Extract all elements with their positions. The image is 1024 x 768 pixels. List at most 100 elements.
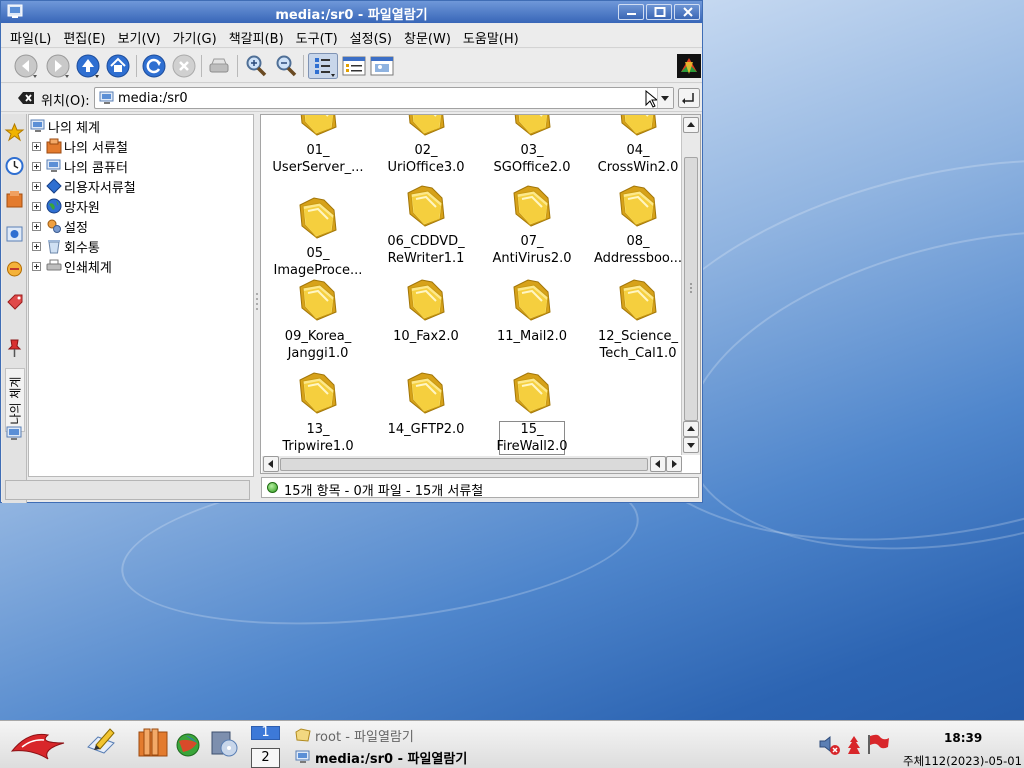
folder-item[interactable]: 11_Mail2.0	[479, 275, 585, 365]
my-system-tab-icon[interactable]	[4, 418, 25, 448]
preview-icon[interactable]	[369, 53, 395, 79]
icon-view-icon[interactable]	[308, 53, 338, 79]
text-editor-icon[interactable]	[84, 725, 118, 759]
expand-icon[interactable]	[32, 162, 41, 171]
menu-file[interactable]: 파일(L)	[4, 24, 57, 47]
location-dropdown-button[interactable]	[657, 88, 673, 108]
file-manager-icon[interactable]	[136, 726, 170, 758]
scroll-right-button[interactable]	[666, 456, 682, 472]
expand-icon[interactable]	[32, 182, 41, 191]
folder-name-line1: 11_Mail2.0	[496, 329, 568, 344]
flag-icon[interactable]	[866, 733, 890, 755]
expand-icon[interactable]	[32, 262, 41, 271]
folder-name-line2: AntiVirus2.0	[492, 251, 572, 266]
expand-icon[interactable]	[32, 142, 41, 151]
folder-item[interactable]: 06_CDDVD_ ReWriter1.1	[373, 181, 479, 271]
scroll-left-button-2[interactable]	[650, 456, 666, 472]
workspace-1[interactable]: 1	[251, 726, 280, 740]
detail-view-icon[interactable]	[341, 53, 367, 79]
home-folder-tab-icon[interactable]	[4, 185, 25, 215]
up-icon[interactable]	[75, 53, 101, 79]
sidebar-status	[5, 480, 250, 500]
folder-icon-view: 01_ UserServer_... 02_ UriOffice3.0 03_ SGO…	[260, 114, 701, 474]
folder-item[interactable]: 07_ AntiVirus2.0	[479, 181, 585, 271]
volume-muted-icon[interactable]	[818, 733, 842, 757]
toolbar	[1, 49, 702, 83]
menu-bookmarks[interactable]: 책갈피(B)	[223, 24, 290, 47]
folder-item[interactable]: 13_ Tripwire1.0	[265, 368, 371, 458]
folder-item[interactable]: 03_ SGOffice2.0	[479, 114, 585, 180]
maximize-button[interactable]	[646, 4, 672, 20]
scroll-up-button[interactable]	[683, 117, 699, 133]
security-shield-icon[interactable]	[846, 735, 862, 755]
horizontal-scroll-thumb[interactable]	[280, 458, 648, 471]
back-icon[interactable]	[13, 53, 39, 79]
folder-item[interactable]: 05_ ImageProce...	[265, 193, 371, 283]
folder-name-line1: 02_	[414, 143, 438, 158]
menu-edit[interactable]: 편집(E)	[57, 24, 111, 47]
horizontal-scrollbar[interactable]	[262, 456, 682, 473]
folder-name-line2: FireWall2.0	[496, 439, 568, 454]
clear-location-icon[interactable]	[17, 90, 35, 106]
folder-icon	[614, 181, 662, 229]
pin-tab-icon[interactable]	[4, 332, 25, 362]
forward-icon[interactable]	[45, 53, 71, 79]
media-player-icon[interactable]	[209, 729, 239, 759]
title-bar[interactable]: media:/sr0 - 파일열람기	[1, 1, 702, 23]
expand-icon[interactable]	[32, 222, 41, 231]
folder-icon	[508, 181, 556, 229]
grip-icon	[690, 283, 692, 293]
menu-go[interactable]: 가기(G)	[167, 24, 223, 47]
menu-window[interactable]: 창문(W)	[398, 24, 457, 47]
folder-item[interactable]: 04_ CrossWin2.0	[585, 114, 691, 180]
folder-item[interactable]: 01_ UserServer_...	[265, 114, 371, 180]
folder-icon	[294, 114, 342, 138]
home-icon[interactable]	[105, 53, 131, 79]
scroll-left-button[interactable]	[263, 456, 279, 472]
menu-bar: 파일(L) 편집(E) 보기(V) 가기(G) 책갈피(B) 도구(T) 설정(…	[1, 24, 702, 48]
menu-settings[interactable]: 설정(S)	[344, 24, 398, 47]
menu-view[interactable]: 보기(V)	[112, 24, 167, 47]
vertical-scrollbar[interactable]	[681, 115, 700, 455]
browser-globe-icon[interactable]	[175, 732, 201, 758]
folder-icon	[402, 181, 450, 229]
scroll-down-button[interactable]	[683, 437, 699, 453]
folder-item[interactable]: 09_Korea_ Janggi1.0	[265, 275, 371, 365]
print-icon[interactable]	[206, 53, 232, 79]
tree-item-label: 인쇄체계	[64, 261, 112, 276]
expand-icon[interactable]	[32, 242, 41, 251]
tag-tab-icon[interactable]	[4, 288, 25, 318]
folder-item[interactable]: 12_Science_ Tech_Cal1.0	[585, 275, 691, 365]
task-label: root - 파일열람기	[315, 730, 414, 745]
vertical-scroll-thumb[interactable]	[684, 157, 698, 421]
file-manager-window: media:/sr0 - 파일열람기 파일(L) 편집(E) 보기(V) 가기(…	[0, 0, 703, 503]
services-tab-icon[interactable]	[4, 254, 25, 284]
folder-item[interactable]: 02_ UriOffice3.0	[373, 114, 479, 180]
zoom-out-icon[interactable]	[273, 53, 299, 79]
menu-help[interactable]: 도움말(H)	[457, 24, 525, 47]
start-menu-icon[interactable]	[8, 727, 70, 761]
scroll-up-button-2[interactable]	[683, 421, 699, 437]
arrow-left-icon	[655, 460, 660, 468]
history-clock-icon[interactable]	[4, 151, 25, 181]
stop-icon[interactable]	[171, 53, 197, 79]
expand-icon[interactable]	[32, 202, 41, 211]
workspace-2[interactable]: 2	[251, 748, 280, 768]
folder-name-line2: CrossWin2.0	[597, 160, 679, 175]
clock[interactable]: 18:39	[944, 731, 982, 745]
location-input[interactable]: media:/sr0	[94, 87, 674, 109]
zoom-in-icon[interactable]	[243, 53, 269, 79]
bookmarks-star-icon[interactable]	[4, 117, 25, 147]
close-button[interactable]	[674, 4, 700, 20]
folder-item-selected[interactable]: 15_ FireWall2.0	[479, 368, 585, 458]
folder-item[interactable]: 10_Fax2.0	[373, 275, 479, 365]
computer-icon	[295, 750, 310, 763]
minimize-button[interactable]	[618, 4, 644, 20]
go-button[interactable]	[678, 88, 700, 108]
folder-item[interactable]: 14_GFTP2.0	[373, 368, 479, 458]
network-tab-icon[interactable]	[4, 219, 25, 249]
reload-icon[interactable]	[141, 53, 167, 79]
menu-tools[interactable]: 도구(T)	[290, 24, 344, 47]
folder-item[interactable]: 08_ Addressboo...	[585, 181, 691, 271]
my-system-icon	[30, 119, 45, 132]
